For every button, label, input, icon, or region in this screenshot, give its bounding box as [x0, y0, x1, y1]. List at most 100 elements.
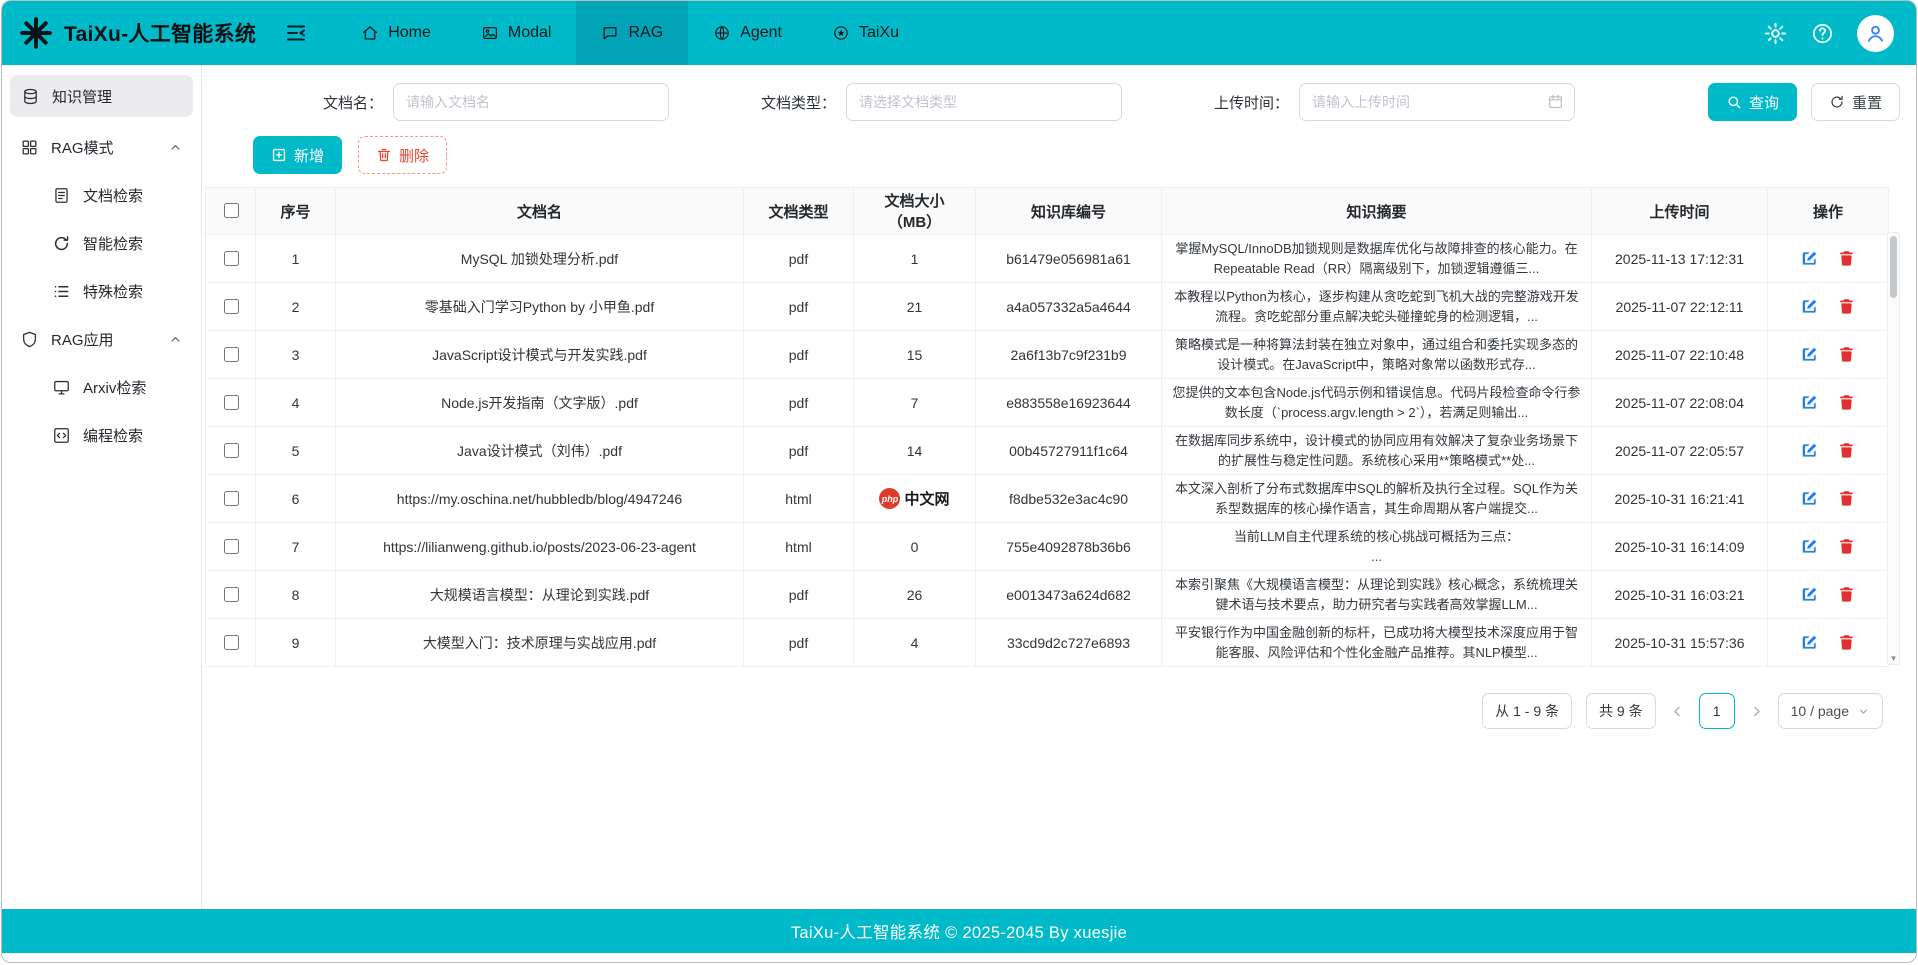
avatar[interactable]	[1857, 15, 1894, 52]
doc-size: 7	[911, 395, 919, 411]
row-select-cell	[206, 235, 256, 283]
upload-time-input[interactable]	[1299, 83, 1575, 121]
delete-icon[interactable]	[1837, 297, 1856, 316]
reset-button-label: 重置	[1852, 92, 1882, 113]
chevron-down-icon	[1857, 705, 1870, 718]
menu-collapse-icon[interactable]	[284, 21, 308, 45]
edit-icon[interactable]	[1800, 297, 1819, 316]
edit-icon[interactable]	[1800, 585, 1819, 604]
edit-icon[interactable]	[1800, 249, 1819, 268]
row-checkbox[interactable]	[224, 251, 239, 266]
nav-item-modal[interactable]: Modal	[456, 1, 577, 65]
search-button[interactable]: 查询	[1708, 83, 1797, 121]
table-row: 9大模型入门：技术原理与实战应用.pdfpdf433cd9d2c727e6893…	[206, 619, 1889, 667]
edit-icon[interactable]	[1800, 393, 1819, 412]
delete-icon[interactable]	[1837, 249, 1856, 268]
upload-time: 2025-10-31 15:57:36	[1592, 619, 1768, 667]
doc-type: html	[744, 475, 854, 523]
row-checkbox[interactable]	[224, 347, 239, 362]
sidebar-item-label: 智能检索	[83, 233, 143, 254]
row-checkbox[interactable]	[224, 491, 239, 506]
row-checkbox[interactable]	[224, 299, 239, 314]
column-header: 知识库编号	[976, 188, 1162, 235]
sidebar-item-doc-search[interactable]: 文档检索	[2, 171, 201, 219]
delete-button[interactable]: 删除	[358, 136, 447, 174]
row-checkbox[interactable]	[224, 539, 239, 554]
row-select-cell	[206, 331, 256, 379]
doc-name: Java设计模式（刘伟）.pdf	[336, 427, 744, 475]
filter-buttons: 查询 重置	[1708, 83, 1900, 121]
add-icon	[271, 147, 287, 163]
app-title: TaiXu-人工智能系统	[64, 18, 256, 48]
row-checkbox[interactable]	[224, 395, 239, 410]
page-size-value: 10 / page	[1791, 703, 1849, 719]
select-all-checkbox[interactable]	[224, 203, 239, 218]
sidebar-item-rag-mode[interactable]: RAG模式	[2, 123, 201, 171]
sidebar-item-label: 知识管理	[52, 86, 112, 107]
kb-summary-cell: 平安银行作为中国金融创新的标杆，已成功将大模型技术深度应用于智能客服、风险评估和…	[1162, 619, 1592, 667]
search-button-label: 查询	[1749, 92, 1779, 113]
sidebar-item-code-search[interactable]: 编程检索	[2, 411, 201, 459]
table-row: 7https://lilianweng.github.io/posts/2023…	[206, 523, 1889, 571]
scrollbar-thumb[interactable]	[1890, 236, 1897, 298]
doc-name-input[interactable]	[393, 83, 669, 121]
help-icon[interactable]	[1810, 21, 1835, 46]
delete-icon[interactable]	[1837, 633, 1856, 652]
edit-icon[interactable]	[1800, 633, 1819, 652]
doc-type: pdf	[744, 427, 854, 475]
pagination-prev-icon[interactable]	[1670, 704, 1685, 719]
scrollbar-down-arrow[interactable]: ▼	[1888, 654, 1899, 663]
edit-icon[interactable]	[1800, 537, 1819, 556]
upload-time: 2025-11-07 22:12:11	[1592, 283, 1768, 331]
kb-summary-cell: 本索引聚焦《大规模语言模型：从理论到实践》核心概念，系统梳理关键术语与技术要点，…	[1162, 571, 1592, 619]
nav-item-taixu[interactable]: TaiXu	[807, 1, 924, 65]
kb-id: b61479e056981a61	[976, 235, 1162, 283]
settings-gear-icon[interactable]	[1763, 21, 1788, 46]
doc-name: https://my.oschina.net/hubbledb/blog/494…	[336, 475, 744, 523]
edit-icon[interactable]	[1800, 489, 1819, 508]
delete-icon[interactable]	[1837, 441, 1856, 460]
kb-summary: 策略模式是一种将算法封装在独立对象中，通过组合和委托实现多态的设计模式。在Jav…	[1170, 335, 1583, 374]
modal-icon	[481, 24, 499, 42]
row-checkbox[interactable]	[224, 635, 239, 650]
doc-type: pdf	[744, 571, 854, 619]
doc-size-cell: php中文网	[854, 475, 976, 523]
doc-size: 21	[907, 299, 923, 315]
add-button[interactable]: 新增	[253, 136, 342, 174]
table-row: 1MySQL 加锁处理分析.pdfpdf1b61479e056981a61掌握M…	[206, 235, 1889, 283]
doc-name: https://lilianweng.github.io/posts/2023-…	[336, 523, 744, 571]
delete-icon[interactable]	[1837, 345, 1856, 364]
nav-item-rag[interactable]: RAG	[576, 1, 688, 65]
reset-icon	[1829, 94, 1845, 110]
php-site-logo: php中文网	[879, 488, 949, 509]
pagination-next-icon[interactable]	[1749, 704, 1764, 719]
nav-item-agent[interactable]: Agent	[688, 1, 807, 65]
agent-icon	[713, 24, 731, 42]
row-index: 3	[256, 331, 336, 379]
row-actions	[1768, 619, 1889, 667]
sidebar-item-special-search[interactable]: 特殊检索	[2, 267, 201, 315]
nav-item-label: Agent	[740, 24, 782, 42]
delete-icon[interactable]	[1837, 393, 1856, 412]
top-nav: HomeModalRAG Agent TaiXu	[336, 1, 924, 65]
reset-button[interactable]: 重置	[1811, 83, 1900, 121]
doc-type-input[interactable]	[846, 83, 1122, 121]
row-checkbox[interactable]	[224, 587, 239, 602]
kb-summary: 本文深入剖析了分布式数据库中SQL的解析及执行全过程。SQL作为关系型数据库的核…	[1170, 479, 1583, 518]
delete-icon[interactable]	[1837, 585, 1856, 604]
edit-icon[interactable]	[1800, 345, 1819, 364]
sidebar-item-knowledge-management[interactable]: 知识管理	[10, 75, 193, 117]
row-checkbox[interactable]	[224, 443, 239, 458]
doc-size: 0	[911, 539, 919, 555]
doc-size-cell: 4	[854, 619, 976, 667]
sidebar-item-arxiv-search[interactable]: Arxiv检索	[2, 363, 201, 411]
edit-icon[interactable]	[1800, 441, 1819, 460]
doc-size-cell: 15	[854, 331, 976, 379]
delete-icon[interactable]	[1837, 537, 1856, 556]
sidebar-item-smart-search[interactable]: 智能检索	[2, 219, 201, 267]
nav-item-home[interactable]: Home	[336, 1, 456, 65]
page-size-select[interactable]: 10 / page	[1778, 693, 1883, 729]
pagination-page-1[interactable]: 1	[1699, 693, 1735, 729]
delete-icon[interactable]	[1837, 489, 1856, 508]
sidebar-item-rag-apps[interactable]: RAG应用	[2, 315, 201, 363]
